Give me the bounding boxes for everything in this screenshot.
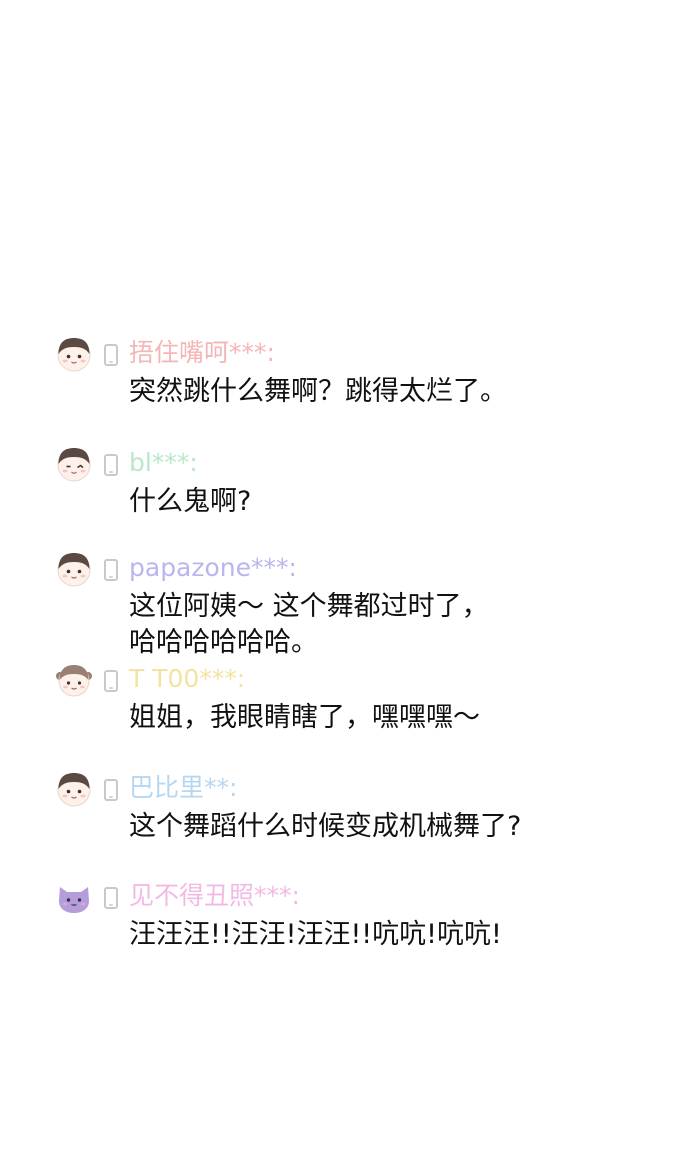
comment-text: 这个舞蹈什么时候变成机械舞了? (129, 811, 522, 842)
mobile-phone-icon (104, 887, 118, 909)
comment-header: 巴比里**: (56, 771, 676, 807)
boy-face-icon[interactable] (56, 551, 92, 587)
comment-header: T T00***: (56, 662, 676, 698)
comment-username[interactable]: 巴比里**: (129, 771, 237, 805)
comment-username[interactable]: T T00***: (129, 662, 245, 696)
comment-text: 姐姐，我眼睛瞎了，嘿嘿嘿～ (129, 702, 480, 733)
comment-username[interactable]: bl***: (129, 446, 198, 480)
comment-item: 见不得丑照***: 汪汪汪!!汪汪!汪汪!!吭吭!吭吭! (56, 879, 676, 953)
comment-text: 突然跳什么舞啊？跳得太烂了。 (129, 376, 507, 407)
comment-item: papazone***: 这位阿姨～ 这个舞都过时了， 哈哈哈哈哈哈。 (56, 551, 676, 661)
comment-item: bl***: 什么鬼啊? (56, 446, 676, 520)
comment-header: 见不得丑照***: (56, 879, 676, 915)
comment-feed: 捂住嘴呵***: 突然跳什么舞啊？跳得太烂了。 bl***: 什么鬼啊? pap… (0, 0, 690, 1169)
comment-item: 捂住嘴呵***: 突然跳什么舞啊？跳得太烂了。 (56, 336, 676, 410)
mobile-phone-icon (104, 779, 118, 801)
purple-cat-icon[interactable] (56, 879, 92, 915)
boy-face-icon[interactable] (56, 771, 92, 807)
comment-username[interactable]: 捂住嘴呵***: (129, 336, 275, 370)
comment-header: 捂住嘴呵***: (56, 336, 676, 372)
comment-item: T T00***: 姐姐，我眼睛瞎了，嘿嘿嘿～ (56, 662, 676, 736)
comment-header: bl***: (56, 446, 676, 482)
pigtail-girl-icon[interactable] (56, 662, 92, 698)
boy-face-icon[interactable] (56, 336, 92, 372)
comment-text: 这位阿姨～ 这个舞都过时了， 哈哈哈哈哈哈。 (129, 591, 489, 658)
mobile-phone-icon (104, 344, 118, 366)
mobile-phone-icon (104, 454, 118, 476)
comment-text: 汪汪汪!!汪汪!汪汪!!吭吭!吭吭! (129, 919, 502, 950)
mobile-phone-icon (104, 670, 118, 692)
comment-username[interactable]: papazone***: (129, 551, 297, 585)
winking-face-icon[interactable] (56, 446, 92, 482)
mobile-phone-icon (104, 559, 118, 581)
comment-text: 什么鬼啊? (129, 486, 252, 517)
comment-item: 巴比里**: 这个舞蹈什么时候变成机械舞了? (56, 771, 676, 845)
comment-header: papazone***: (56, 551, 676, 587)
comment-username[interactable]: 见不得丑照***: (129, 879, 300, 913)
